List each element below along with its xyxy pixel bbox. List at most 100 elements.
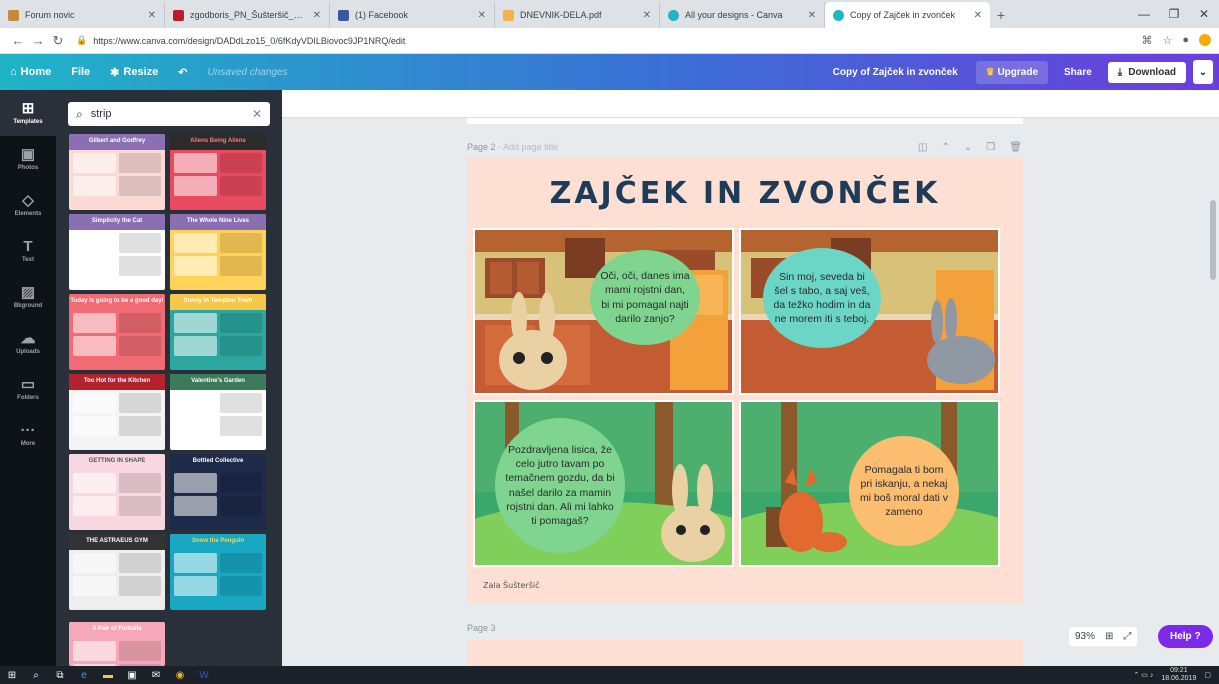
comic-panel-2[interactable]: Sin moj, seveda bi šel s tabo, a saj veš… [739, 228, 1000, 395]
forward-icon[interactable]: → [28, 33, 48, 48]
rail-item-templates[interactable]: ⊞ Templates [0, 90, 56, 136]
page-label[interactable]: Page 3 [467, 623, 496, 633]
template-title: THE ASTRAEUS GYM [69, 534, 165, 550]
grid-view-icon[interactable]: ⊞ [1105, 631, 1113, 642]
move-down-icon[interactable]: ⌄ [964, 142, 972, 153]
rail-item-folders[interactable]: ▭ Folders [0, 366, 56, 412]
back-icon[interactable]: ← [8, 33, 28, 48]
template-search-field[interactable]: ⌕ strip ✕ [68, 102, 270, 126]
author-name[interactable]: Zala Šušteršič [483, 581, 540, 590]
fullscreen-icon[interactable]: ⤢ [1123, 631, 1131, 642]
template-preview-cell [219, 496, 262, 516]
template-preview [170, 230, 266, 279]
browser-tab[interactable]: (1) Facebook ✕ [330, 2, 495, 28]
rail-item-background[interactable]: ▨ Bkground [0, 274, 56, 320]
note-icon[interactable]: ◫ [918, 142, 927, 153]
browser-tab[interactable]: Forum novic ✕ [0, 2, 165, 28]
rail-item-elements[interactable]: ◇ Elements [0, 182, 56, 228]
document-title[interactable]: Copy of Zajček in zvonček [819, 67, 972, 78]
speech-bubble[interactable]: Pozdravljena lisica, že celo jutro tavam… [495, 418, 625, 553]
clock[interactable]: 09:21 18.06.2019 [1161, 667, 1196, 683]
close-tab-icon[interactable]: ✕ [148, 10, 156, 21]
upgrade-button[interactable]: ♛ Upgrade [975, 60, 1048, 84]
home-button[interactable]: ⌂ Home [0, 66, 61, 78]
browser-tab[interactable]: DNEVNIK-DELA.pdf ✕ [495, 2, 660, 28]
download-options-button[interactable]: ⌄ [1193, 60, 1213, 84]
vertical-scrollbar[interactable] [1210, 200, 1216, 280]
template-thumbnail[interactable]: Sunny in Tempton Town [170, 294, 266, 370]
word-icon[interactable]: W [192, 670, 216, 681]
close-tab-icon[interactable]: ✕ [974, 10, 982, 21]
template-title: A Pair of Furballs [69, 622, 165, 638]
rail-item-photos[interactable]: ▣ Photos [0, 136, 56, 182]
search-icon: ⌕ [76, 106, 83, 121]
elements-icon: ◇ [22, 192, 34, 209]
rail-item-uploads[interactable]: ☁ Uploads [0, 320, 56, 366]
browser-tab-active[interactable]: Copy of Zajček in zvonček ✕ [825, 2, 990, 28]
move-up-icon[interactable]: ⌃ [941, 142, 949, 153]
account-icon[interactable]: ● [1182, 34, 1189, 47]
delete-page-icon[interactable]: 🗑 [1009, 142, 1022, 153]
close-tab-icon[interactable]: ✕ [643, 10, 651, 21]
template-thumbnail[interactable]: Today is going to be a good day! [69, 294, 165, 370]
comic-title[interactable]: ZAJČEK IN ZVONČEK [467, 176, 1023, 211]
file-menu[interactable]: File [61, 66, 100, 78]
translate-icon[interactable]: ⌘ [1141, 34, 1152, 47]
browser-tab[interactable]: zgodboris_PN_Šušteršič_Rakove✕ [165, 2, 330, 28]
clear-search-icon[interactable]: ✕ [252, 107, 262, 121]
close-tab-icon[interactable]: ✕ [478, 10, 486, 21]
windows-start-icon[interactable]: ⊞ [0, 670, 24, 681]
close-tab-icon[interactable]: ✕ [808, 10, 816, 21]
template-thumbnail[interactable]: The Whole Nine Lives [170, 214, 266, 290]
speech-bubble[interactable]: Sin moj, seveda bi šel s tabo, a saj veš… [763, 248, 881, 348]
explorer-icon[interactable]: ▬ [96, 670, 120, 681]
help-button[interactable]: Help ? [1158, 625, 1213, 648]
store-icon[interactable]: ▣ [120, 670, 144, 681]
tray-icons[interactable]: ⌃ ▭ ♪ [1133, 671, 1153, 679]
duplicate-page-icon[interactable]: ❐ [986, 142, 995, 153]
design-page[interactable]: ZAJČEK IN ZVONČEK Oči, oči, danes ima ma… [467, 158, 1023, 603]
speech-bubble[interactable]: Pomagala ti bom pri iskanju, a nekaj mi … [849, 436, 959, 546]
bookmark-star-icon[interactable]: ☆ [1162, 34, 1172, 47]
mail-icon[interactable]: ✉ [144, 670, 168, 681]
speech-bubble[interactable]: Oči, oči, danes ima mami rojstni dan, bi… [590, 250, 700, 345]
share-button[interactable]: Share [1052, 61, 1104, 84]
comic-panel-1[interactable]: Oči, oči, danes ima mami rojstni dan, bi… [473, 228, 734, 395]
template-thumbnail[interactable]: Too Hot for the Kitchen [69, 374, 165, 450]
template-thumbnail[interactable]: GETTING IN SHAPE [69, 454, 165, 530]
notifications-icon[interactable]: ▢ [1204, 671, 1211, 679]
zoom-level[interactable]: 93% [1075, 631, 1095, 642]
template-preview-cell [174, 256, 217, 276]
browser-tab[interactable]: All your designs - Canva ✕ [660, 2, 825, 28]
new-tab-button[interactable]: + [990, 2, 1012, 28]
template-thumbnail[interactable]: Aliens Being Aliens [170, 134, 266, 210]
template-thumbnail[interactable]: THE ASTRAEUS GYM [69, 534, 165, 610]
comic-panel-3[interactable]: Pozdravljena lisica, že celo jutro tavam… [473, 400, 734, 567]
chrome-icon[interactable]: ◉ [168, 670, 192, 681]
template-thumbnail[interactable]: Gilbert and Godfrey [69, 134, 165, 210]
template-thumbnail[interactable]: A Pair of Furballs [69, 622, 165, 666]
minimize-icon[interactable]: — [1129, 0, 1159, 28]
close-tab-icon[interactable]: ✕ [313, 10, 321, 21]
template-thumbnail[interactable]: Bottled Collective [170, 454, 266, 530]
page-label[interactable]: Page 2 - Add page title [467, 142, 558, 152]
comic-panel-4[interactable]: Pomagala ti bom pri iskanju, a nekaj mi … [739, 400, 1000, 567]
resize-button[interactable]: ✱ Resize [100, 66, 168, 79]
restore-icon[interactable]: ❐ [1159, 0, 1189, 28]
task-view-icon[interactable]: ⧉ [48, 670, 72, 681]
edge-icon[interactable]: e [72, 670, 96, 681]
template-thumbnail[interactable]: Simplicity the Cat [69, 214, 165, 290]
design-page-3[interactable] [467, 640, 1023, 666]
rail-item-more[interactable]: ··· More [0, 412, 56, 458]
close-window-icon[interactable]: ✕ [1189, 0, 1219, 28]
undo-button[interactable]: ↶ [168, 66, 197, 79]
template-preview-cell [118, 313, 161, 333]
template-thumbnail[interactable]: Valentine's Garden [170, 374, 266, 450]
reload-icon[interactable]: ↻ [48, 33, 68, 49]
rail-item-text[interactable]: T Text [0, 228, 56, 274]
download-button[interactable]: ⤓ Download [1107, 61, 1186, 83]
template-thumbnail[interactable]: Snow the Penguin [170, 534, 266, 610]
url-field[interactable]: 🔒 https://www.canva.com/design/DADdLzo15_… [76, 35, 1141, 46]
search-icon[interactable]: ⌕ [24, 670, 48, 681]
profile-icon[interactable] [1199, 34, 1211, 46]
